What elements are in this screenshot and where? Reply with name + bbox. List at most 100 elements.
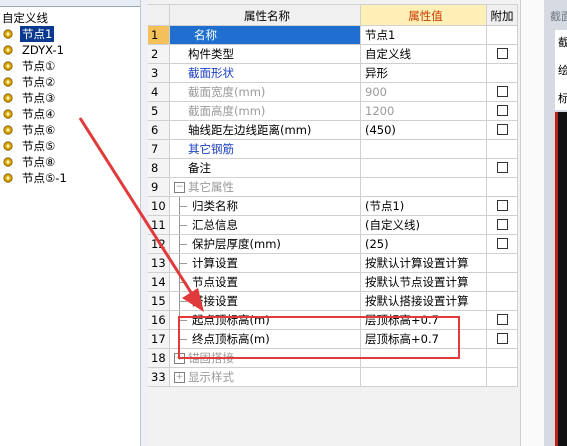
row-number[interactable]: 13 bbox=[148, 254, 170, 273]
row-number[interactable]: 18 bbox=[148, 349, 170, 368]
property-value-cell[interactable]: (自定义线) bbox=[361, 216, 487, 235]
add-checkbox[interactable] bbox=[497, 238, 508, 249]
expand-icon[interactable]: + bbox=[174, 372, 185, 383]
gear-node-icon bbox=[3, 61, 13, 71]
add-cell bbox=[487, 121, 518, 140]
property-value-cell[interactable]: 异形 bbox=[361, 64, 487, 83]
property-name-cell[interactable]: 截面形状 bbox=[170, 64, 361, 83]
section-panel-tab-label: 截 bbox=[558, 36, 567, 49]
property-value-cell[interactable]: 按默认搭接设置计算 bbox=[361, 292, 487, 311]
add-cell bbox=[487, 45, 518, 64]
add-checkbox[interactable] bbox=[497, 314, 508, 325]
row-number[interactable]: 16 bbox=[148, 311, 170, 330]
gear-node-icon bbox=[3, 157, 13, 167]
property-value-cell[interactable] bbox=[361, 368, 487, 387]
tree-line-branch bbox=[179, 282, 187, 283]
add-checkbox[interactable] bbox=[497, 124, 508, 135]
row-number[interactable]: 2 bbox=[148, 45, 170, 64]
property-name-cell[interactable]: 截面宽度(mm) bbox=[170, 83, 361, 102]
property-value-cell[interactable]: (节点1) bbox=[361, 197, 487, 216]
property-name-cell[interactable]: 汇总信息 bbox=[170, 216, 361, 235]
property-value-cell[interactable]: 自定义线 bbox=[361, 45, 487, 64]
row-number[interactable]: 33 bbox=[148, 368, 170, 387]
row-number[interactable]: 15 bbox=[148, 292, 170, 311]
property-value-cell[interactable]: (25) bbox=[361, 235, 487, 254]
property-name-cell[interactable]: 轴线距左边线距离(mm) bbox=[170, 121, 361, 140]
property-name-cell[interactable]: − 其它属性 bbox=[170, 178, 361, 197]
row-number[interactable]: 14 bbox=[148, 273, 170, 292]
tree-line-branch bbox=[179, 301, 187, 302]
property-value-cell[interactable]: 按默认计算设置计算 bbox=[361, 254, 487, 273]
add-cell bbox=[487, 292, 518, 311]
collapse-icon[interactable]: − bbox=[174, 182, 185, 193]
row-number[interactable]: 6 bbox=[148, 121, 170, 140]
row-number[interactable]: 11 bbox=[148, 216, 170, 235]
property-value-cell[interactable] bbox=[361, 159, 487, 178]
property-name-label: 汇总信息 bbox=[192, 218, 238, 232]
property-value-cell[interactable] bbox=[361, 178, 487, 197]
tree-item-label: 节点① bbox=[22, 59, 56, 73]
property-value-cell[interactable] bbox=[361, 140, 487, 159]
property-name-label: 构件类型 bbox=[188, 47, 234, 61]
add-checkbox[interactable] bbox=[497, 105, 508, 116]
property-name-label: 截面形状 bbox=[188, 66, 234, 80]
property-name-cell[interactable]: 节点设置 bbox=[170, 273, 361, 292]
tree-item-label: 节点⑤ bbox=[22, 139, 56, 153]
gear-node-icon bbox=[3, 77, 13, 87]
section-canvas[interactable] bbox=[555, 112, 567, 446]
row-number[interactable]: 7 bbox=[148, 140, 170, 159]
property-name-label: 其它钢筋 bbox=[188, 142, 234, 156]
property-value-cell[interactable]: (450) bbox=[361, 121, 487, 140]
property-name-label: 搭接设置 bbox=[192, 294, 238, 308]
property-name-cell[interactable]: 构件类型 bbox=[170, 45, 361, 64]
row-number[interactable]: 4 bbox=[148, 83, 170, 102]
tree-root-label: 自定义线 bbox=[2, 11, 48, 25]
header-property-value[interactable]: 属性值 bbox=[361, 4, 487, 26]
tree-item-label: ZDYX-1 bbox=[22, 43, 64, 57]
add-cell bbox=[487, 330, 518, 349]
gear-node-icon bbox=[3, 173, 13, 183]
row-number[interactable]: 5 bbox=[148, 102, 170, 121]
property-name-label: 归类名称 bbox=[192, 199, 238, 213]
tree-item-label: 节点⑤-1 bbox=[22, 171, 67, 185]
property-name-cell[interactable]: 截面高度(mm) bbox=[170, 102, 361, 121]
property-name-label: 轴线距左边线距离(mm) bbox=[188, 123, 312, 137]
property-name-cell[interactable]: 其它钢筋 bbox=[170, 140, 361, 159]
property-value-text: 按默认节点设置计算 bbox=[365, 275, 469, 289]
add-checkbox[interactable] bbox=[497, 333, 508, 344]
add-cell bbox=[487, 197, 518, 216]
property-name-cell[interactable]: + 显示样式 bbox=[170, 368, 361, 387]
property-name-cell[interactable]: 保护层厚度(mm) bbox=[170, 235, 361, 254]
row-number[interactable]: 10 bbox=[148, 197, 170, 216]
row-number[interactable]: 12 bbox=[148, 235, 170, 254]
property-value-cell[interactable]: 1200 bbox=[361, 102, 487, 121]
property-name-cell[interactable]: 计算设置 bbox=[170, 254, 361, 273]
add-checkbox[interactable] bbox=[497, 200, 508, 211]
property-name-label: 节点设置 bbox=[192, 275, 238, 289]
property-value-cell[interactable]: 按默认节点设置计算 bbox=[361, 273, 487, 292]
header-add[interactable]: 附加 bbox=[487, 4, 518, 26]
tree-item-label: 节点② bbox=[22, 75, 56, 89]
property-value-cell[interactable]: 900 bbox=[361, 83, 487, 102]
row-number[interactable]: 3 bbox=[148, 64, 170, 83]
property-name-label: 截面宽度(mm) bbox=[188, 85, 266, 99]
row-number[interactable]: 9 bbox=[148, 178, 170, 197]
add-checkbox[interactable] bbox=[497, 48, 508, 59]
add-cell bbox=[487, 64, 518, 83]
property-name-cell[interactable]: 搭接设置 bbox=[170, 292, 361, 311]
add-checkbox[interactable] bbox=[497, 219, 508, 230]
tree-item-label: 节点⑥ bbox=[22, 123, 56, 137]
property-name-cell[interactable]: 备注 bbox=[170, 159, 361, 178]
header-property-name[interactable]: 属性名称 bbox=[170, 4, 361, 26]
add-cell bbox=[487, 26, 518, 45]
property-value-cell[interactable]: 节点1 bbox=[361, 26, 487, 45]
add-checkbox[interactable] bbox=[497, 86, 508, 97]
property-name-cell[interactable]: 归类名称 bbox=[170, 197, 361, 216]
tree-item-label: 节点③ bbox=[22, 91, 56, 105]
property-name-cell[interactable]: 名称 bbox=[170, 26, 361, 45]
row-number[interactable]: 8 bbox=[148, 159, 170, 178]
add-checkbox[interactable] bbox=[497, 162, 508, 173]
row-number[interactable]: 1 bbox=[148, 26, 170, 45]
row-number[interactable]: 17 bbox=[148, 330, 170, 349]
grid-empty-area bbox=[148, 389, 520, 446]
